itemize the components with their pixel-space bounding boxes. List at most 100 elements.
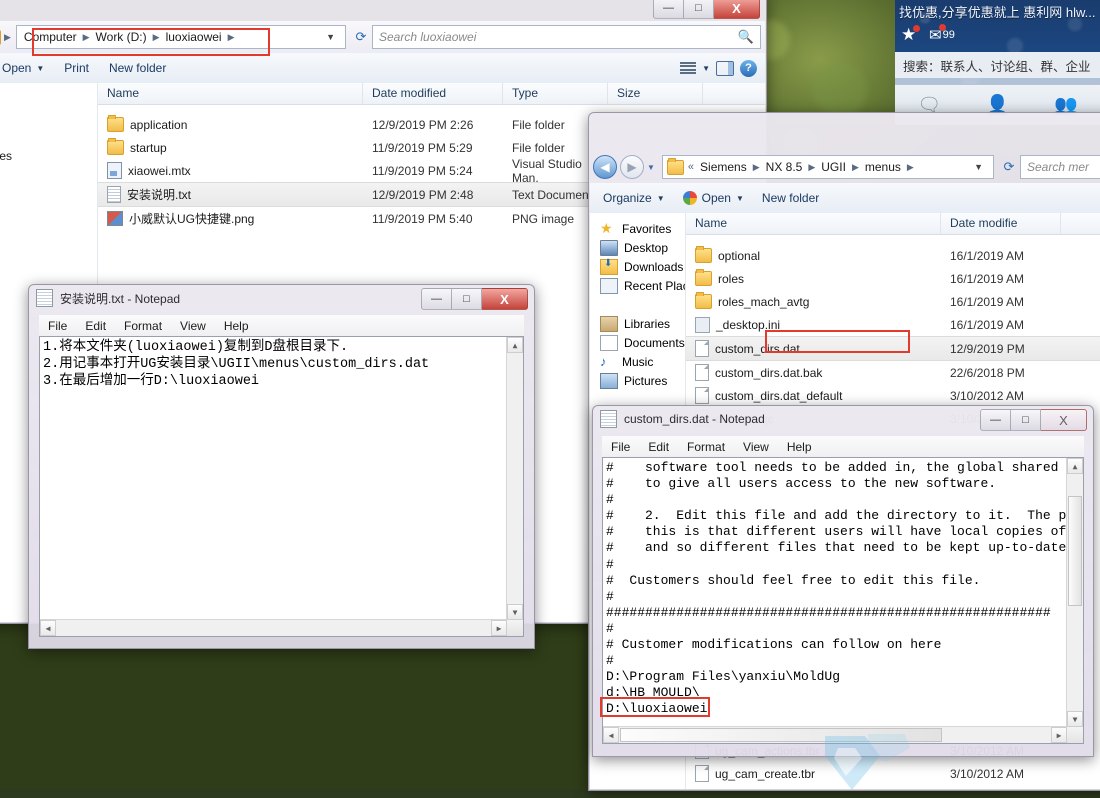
chevron-down-icon[interactable]: ▼ (318, 32, 343, 42)
sidebar-item-music[interactable]: ♪Music (590, 352, 685, 371)
table-row[interactable]: custom_dirs.dat_default3/10/2012 AM (686, 384, 1100, 407)
column-header-type[interactable]: Type (503, 83, 608, 104)
table-row[interactable]: custom_dirs.dat.bak22/6/2018 PM (686, 361, 1100, 384)
notepad1-window-controls[interactable]: — □ X (421, 288, 528, 308)
chevron-down-icon[interactable]: ▼ (702, 64, 710, 73)
menu-format[interactable]: Format (115, 317, 171, 335)
scroll-down-icon[interactable]: ▼ (1067, 711, 1083, 727)
menu-edit[interactable]: Edit (639, 438, 678, 456)
scrollbar-thumb[interactable] (620, 728, 942, 742)
scroll-down-icon[interactable]: ▼ (507, 604, 523, 620)
maximize-button[interactable]: □ (1011, 409, 1041, 431)
recent-pages-icon[interactable]: ▼ (647, 163, 655, 172)
notepad1-content[interactable]: 1.将本文件夹(luoxiaowei)复制到D盘根目录下. 2.用记事本打开UG… (40, 337, 523, 392)
explorer1-toolbar-right[interactable]: ▼ ? (680, 60, 765, 77)
table-row[interactable]: optional16/1/2019 AM (686, 244, 1100, 267)
explorer1-navigation-bar[interactable]: ▶ Computer ▶ Work (D:) ▶ luoxiaowei ▶ ▼ … (0, 21, 765, 53)
minimize-button[interactable]: — (421, 288, 452, 310)
maximize-button[interactable]: □ (684, 0, 714, 19)
qq-search-text[interactable]: 搜索：联系人、讨论组、群、企业 (895, 52, 1100, 78)
refresh-icon[interactable]: ⟳ (998, 156, 1020, 178)
minimize-button[interactable]: — (653, 0, 684, 19)
menu-view[interactable]: View (734, 438, 778, 456)
breadcrumb-overflow-icon[interactable]: « (687, 161, 695, 173)
sidebar-item-pictures[interactable]: Pictures (590, 371, 685, 390)
chevron-down-icon[interactable]: ▼ (736, 194, 744, 203)
menu-format[interactable]: Format (678, 438, 734, 456)
vertical-scrollbar[interactable]: ▲ ▼ (1066, 458, 1083, 727)
qq-panel[interactable]: 找优惠,分享优惠就上 惠利网 hlw... ★ ✉99 搜索：联系人、讨论组、群… (895, 0, 1100, 125)
close-button[interactable]: X (482, 288, 528, 310)
breadcrumb-item-siemens[interactable]: Siemens (695, 160, 752, 174)
sidebar-item-libraries[interactable]: Libraries (590, 314, 685, 333)
breadcrumb-item-computer[interactable]: Computer (19, 30, 82, 44)
breadcrumb-item-menus[interactable]: menus (860, 160, 906, 174)
sidebar-item-recent-places[interactable]: ent Places (0, 146, 97, 165)
notepad1-text-area[interactable]: 1.将本文件夹(luoxiaowei)复制到D盘根目录下. 2.用记事本打开UG… (39, 336, 524, 637)
column-header-name[interactable]: Name (686, 213, 941, 234)
notepad2-content[interactable]: # software tool needs to be added in, th… (603, 458, 1083, 720)
resize-grip[interactable] (1067, 727, 1083, 743)
sidebar-item-pictures[interactable]: ures (0, 234, 97, 253)
breadcrumb-item-nx85[interactable]: NX 8.5 (761, 160, 808, 174)
column-header-size[interactable]: Size (608, 83, 703, 104)
scrollbar-thumb[interactable] (1068, 496, 1082, 606)
sidebar-item-recent-places[interactable]: Recent Places (590, 276, 685, 295)
minimize-button[interactable]: — (980, 409, 1011, 431)
explorer1-window-controls[interactable]: — □ X (653, 0, 760, 17)
sidebar-item-favorites[interactable]: ★ites (0, 89, 97, 108)
notepad2-window-controls[interactable]: — □ X (980, 409, 1087, 429)
open-button[interactable]: Open ▼ (674, 187, 753, 209)
new-folder-button[interactable]: New folder (100, 57, 175, 79)
preview-pane-icon[interactable] (716, 61, 734, 76)
scroll-up-icon[interactable]: ▲ (507, 337, 523, 353)
column-header-date[interactable]: Date modified (363, 83, 503, 104)
sidebar-item-downloads[interactable]: Downloads (590, 257, 685, 276)
column-headers[interactable]: Name Date modifie (686, 213, 1100, 235)
chevron-down-icon[interactable]: ▼ (657, 194, 665, 203)
chevron-down-icon[interactable]: ▼ (36, 64, 44, 73)
breadcrumb-item-work-d[interactable]: Work (D:) (91, 30, 152, 44)
explorer1-toolbar[interactable]: ▼ Open ▼ Print New folder ▼ ? (0, 53, 765, 84)
explorer1-titlebar[interactable]: — □ X (0, 0, 766, 21)
open-button[interactable]: Open ▼ (0, 56, 53, 81)
forward-button[interactable]: ▶ (620, 155, 644, 179)
back-button[interactable]: ◀ (593, 155, 617, 179)
notepad-window-custom-dirs[interactable]: custom_dirs.dat - Notepad — □ X File Edi… (592, 405, 1094, 757)
notepad2-titlebar[interactable]: custom_dirs.dat - Notepad — □ X (593, 406, 1093, 432)
menu-edit[interactable]: Edit (76, 317, 115, 335)
menu-view[interactable]: View (171, 317, 215, 335)
change-view-icon[interactable] (680, 62, 696, 74)
chevron-down-icon[interactable]: ▼ (966, 162, 991, 172)
mail-icon[interactable]: ✉99 (929, 26, 955, 44)
menu-file[interactable]: File (602, 438, 639, 456)
horizontal-scrollbar[interactable]: ◀ ▶ (603, 726, 1067, 743)
horizontal-scrollbar[interactable]: ◀ ▶ (40, 619, 507, 636)
refresh-icon[interactable]: ⟳ (350, 26, 372, 48)
table-row[interactable]: roles16/1/2019 AM (686, 267, 1100, 290)
resize-grip[interactable] (507, 620, 523, 636)
sidebar-item-desktop[interactable]: Desktop (590, 238, 685, 257)
scroll-left-icon[interactable]: ◀ (40, 620, 56, 636)
close-button[interactable]: X (1041, 409, 1087, 431)
sidebar-item-desktop[interactable]: ktop (0, 108, 97, 127)
sidebar-item-videos[interactable]: eos (0, 253, 97, 272)
scroll-right-icon[interactable]: ▶ (491, 620, 507, 636)
notepad1-menu-bar[interactable]: File Edit Format View Help (39, 315, 524, 337)
search-input[interactable]: Search mer (1020, 155, 1100, 179)
notepad2-menu-bar[interactable]: File Edit Format View Help (602, 436, 1084, 458)
table-row[interactable]: custom_dirs.dat12/9/2019 PM (686, 336, 1100, 361)
organize-button[interactable]: Organize ▼ (594, 187, 674, 209)
vertical-scrollbar[interactable]: ▲ ▼ (506, 337, 523, 620)
sidebar-item-libraries[interactable]: ies (0, 177, 97, 196)
menu-file[interactable]: File (39, 317, 76, 335)
maximize-button[interactable]: □ (452, 288, 482, 310)
help-icon[interactable]: ? (740, 60, 757, 77)
explorer2-navigation-bar[interactable]: ◀ ▶ ▼ « Siemens ▶ NX 8.5 ▶ UGII ▶ menus … (590, 151, 1100, 183)
table-row[interactable]: _desktop.ini16/1/2019 AM (686, 313, 1100, 336)
notepad1-titlebar[interactable]: 安装说明.txt - Notepad — □ X (29, 285, 534, 311)
print-button[interactable]: Print (55, 57, 98, 79)
breadcrumb-item-ugii[interactable]: UGII (816, 160, 851, 174)
explorer2-toolbar[interactable]: Organize ▼ Open ▼ New folder (590, 183, 1100, 214)
column-headers[interactable]: Name Date modified Type Size (98, 83, 765, 105)
